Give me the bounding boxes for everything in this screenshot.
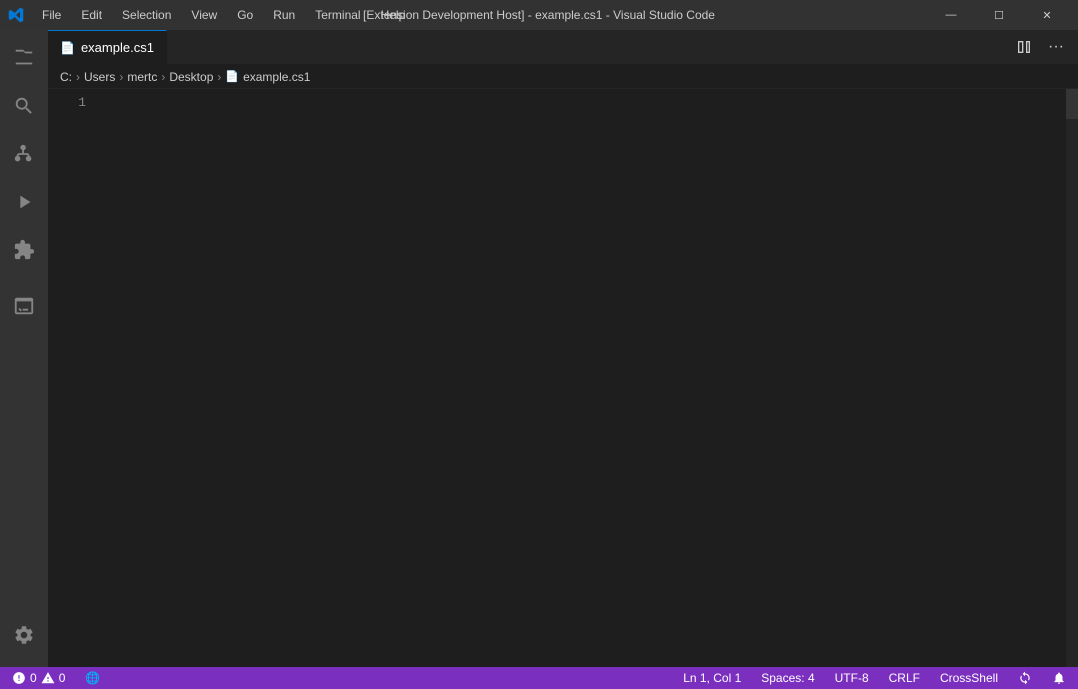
breadcrumb-desktop[interactable]: Desktop xyxy=(169,70,213,84)
titlebar: File Edit Selection View Go Run Terminal… xyxy=(0,0,1078,30)
status-bar: 0 0 🌐 Ln 1, Col 1 Spaces: 4 UTF-8 CRLF C… xyxy=(0,667,1078,689)
minimap-thumb xyxy=(1066,89,1078,119)
extensions-icon[interactable] xyxy=(0,226,48,274)
minimap-scrollbar[interactable] xyxy=(1066,89,1078,667)
line-numbers: 1 xyxy=(48,89,98,667)
shell-text: CrossShell xyxy=(940,671,998,685)
titlebar-right: — ☐ ✕ xyxy=(928,0,1070,30)
tab-actions: ··· xyxy=(1010,30,1078,64)
breadcrumb-mertc[interactable]: mertc xyxy=(127,70,157,84)
close-button[interactable]: ✕ xyxy=(1024,0,1070,30)
split-editor-button[interactable] xyxy=(1010,33,1038,61)
breadcrumb-sep-4: › xyxy=(217,70,221,84)
menu-file[interactable]: File xyxy=(34,6,69,24)
titlebar-left: File Edit Selection View Go Run Terminal… xyxy=(8,6,413,24)
breadcrumb-sep-1: › xyxy=(76,70,80,84)
breadcrumb-filename[interactable]: example.cs1 xyxy=(243,70,310,84)
breadcrumb: C: › Users › mertc › Desktop › 📄 example… xyxy=(48,65,1078,89)
status-globe[interactable]: 🌐 xyxy=(81,667,104,689)
warning-count: 0 xyxy=(59,671,66,685)
tab-label: example.cs1 xyxy=(81,40,154,55)
breadcrumb-sep-2: › xyxy=(119,70,123,84)
activity-bottom xyxy=(0,611,48,659)
terminal-icon[interactable] xyxy=(0,282,48,330)
status-encoding[interactable]: UTF-8 xyxy=(831,667,873,689)
error-count: 0 xyxy=(30,671,37,685)
breadcrumb-file-icon: 📄 xyxy=(225,70,239,83)
spaces-text: Spaces: 4 xyxy=(761,671,814,685)
code-content[interactable] xyxy=(98,89,1078,667)
globe-icon: 🌐 xyxy=(85,671,100,685)
menu-view[interactable]: View xyxy=(183,6,225,24)
status-spaces[interactable]: Spaces: 4 xyxy=(757,667,818,689)
more-actions-button[interactable]: ··· xyxy=(1042,33,1070,61)
status-right: Ln 1, Col 1 Spaces: 4 UTF-8 CRLF CrossSh… xyxy=(679,667,1070,689)
maximize-button[interactable]: ☐ xyxy=(976,0,1022,30)
menu-go[interactable]: Go xyxy=(229,6,261,24)
vscode-icon xyxy=(8,7,24,23)
titlebar-title: [Extension Development Host] - example.c… xyxy=(363,8,715,22)
source-control-icon[interactable] xyxy=(0,130,48,178)
status-position[interactable]: Ln 1, Col 1 xyxy=(679,667,745,689)
settings-icon[interactable] xyxy=(0,611,48,659)
tab-example-cs1[interactable]: 📄 example.cs1 xyxy=(48,30,167,64)
activity-bar xyxy=(0,30,48,667)
minimize-button[interactable]: — xyxy=(928,0,974,30)
code-editor[interactable]: 1 xyxy=(48,89,1078,667)
status-left: 0 0 🌐 xyxy=(8,667,104,689)
position-text: Ln 1, Col 1 xyxy=(683,671,741,685)
menu-run[interactable]: Run xyxy=(265,6,303,24)
menu-terminal[interactable]: Terminal xyxy=(307,6,368,24)
explorer-icon[interactable] xyxy=(0,34,48,82)
menu-selection[interactable]: Selection xyxy=(114,6,179,24)
breadcrumb-users[interactable]: Users xyxy=(84,70,115,84)
line-number-1: 1 xyxy=(48,93,86,112)
status-bell[interactable] xyxy=(1048,667,1070,689)
main: 📄 example.cs1 ··· C: › Users › mertc › D… xyxy=(0,30,1078,667)
tab-file-icon: 📄 xyxy=(60,41,75,55)
search-icon[interactable] xyxy=(0,82,48,130)
status-shell[interactable]: CrossShell xyxy=(936,667,1002,689)
editor-area: 📄 example.cs1 ··· C: › Users › mertc › D… xyxy=(48,30,1078,667)
status-sync[interactable] xyxy=(1014,667,1036,689)
menu-edit[interactable]: Edit xyxy=(73,6,110,24)
breadcrumb-sep-3: › xyxy=(161,70,165,84)
tab-bar: 📄 example.cs1 ··· xyxy=(48,30,1078,65)
run-debug-icon[interactable] xyxy=(0,178,48,226)
encoding-text: UTF-8 xyxy=(835,671,869,685)
line-ending-text: CRLF xyxy=(889,671,920,685)
status-line-ending[interactable]: CRLF xyxy=(885,667,924,689)
status-errors[interactable]: 0 0 xyxy=(8,667,69,689)
breadcrumb-c[interactable]: C: xyxy=(60,70,72,84)
menu-bar: File Edit Selection View Go Run Terminal… xyxy=(34,6,413,24)
